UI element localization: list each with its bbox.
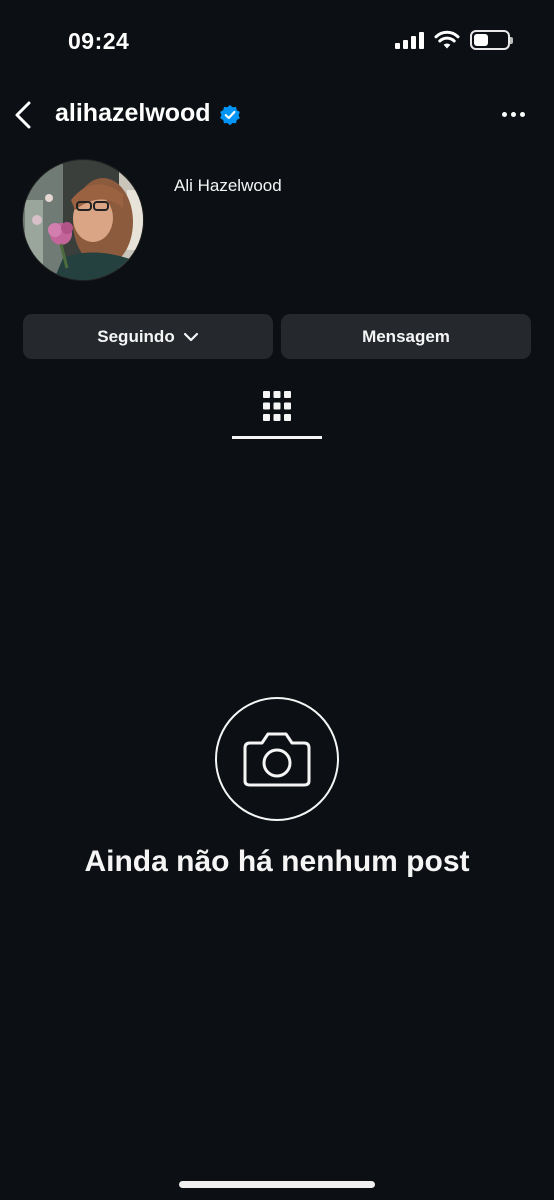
active-tab-indicator bbox=[232, 436, 322, 439]
more-horizontal-icon bbox=[501, 111, 507, 117]
battery-icon bbox=[470, 30, 513, 50]
wifi-icon bbox=[434, 30, 460, 49]
chevron-down-icon bbox=[183, 332, 198, 341]
empty-state-camera bbox=[215, 697, 339, 821]
verified-badge-icon bbox=[220, 105, 240, 126]
home-indicator[interactable] bbox=[179, 1181, 375, 1188]
grid-icon bbox=[263, 391, 291, 421]
message-button[interactable]: Mensagem bbox=[281, 314, 531, 359]
empty-state-text: Ainda não há nenhum post bbox=[84, 845, 470, 878]
message-button-label: Mensagem bbox=[362, 326, 450, 346]
profile-avatar[interactable] bbox=[22, 159, 144, 281]
tab-posts-grid[interactable] bbox=[232, 385, 322, 439]
profile-screen: 09:24 alihazelwood Ali Hazelwood Seguind… bbox=[0, 0, 554, 1200]
back-button[interactable] bbox=[10, 98, 36, 132]
avatar-photo bbox=[23, 160, 143, 280]
cellular-signal-icon bbox=[395, 31, 424, 49]
chevron-left-icon bbox=[15, 101, 31, 129]
profile-username: alihazelwood bbox=[55, 99, 211, 127]
more-options-button[interactable] bbox=[498, 104, 528, 124]
camera-icon bbox=[243, 732, 311, 787]
following-button-label: Seguindo bbox=[97, 326, 175, 346]
status-icons bbox=[395, 30, 513, 50]
following-button[interactable]: Seguindo bbox=[23, 314, 273, 359]
profile-display-name: Ali Hazelwood bbox=[174, 176, 282, 195]
status-time: 09:24 bbox=[68, 28, 130, 54]
